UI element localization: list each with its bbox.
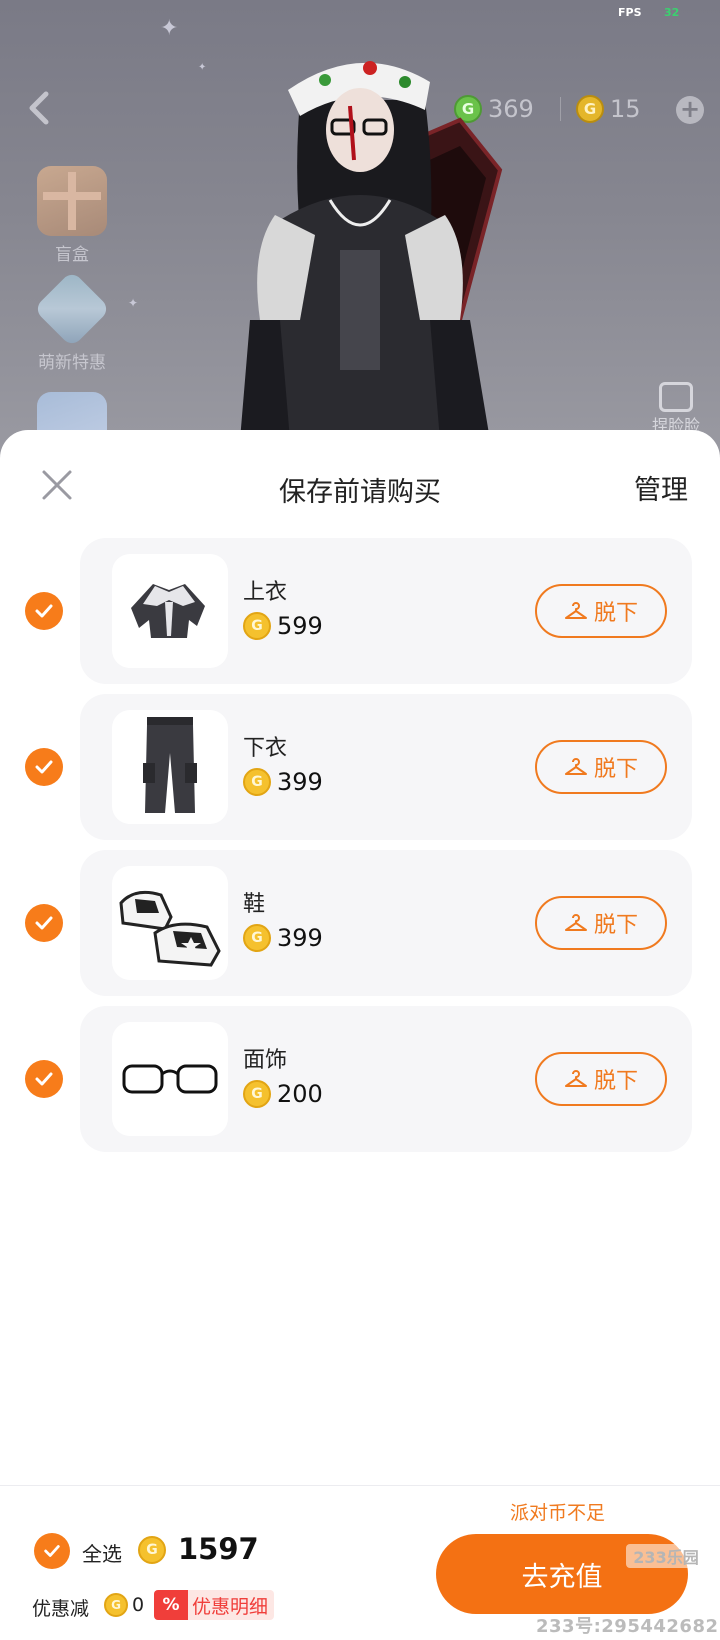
glasses-icon [122,1064,218,1094]
list-item: 面饰 G 200 脱下 [0,1006,720,1152]
side-item-newbie-deal[interactable]: 萌新特惠 [24,270,120,373]
take-off-button[interactable]: 脱下 [535,896,667,950]
take-off-button[interactable]: 脱下 [535,584,667,638]
manage-button[interactable]: 管理 [634,468,688,507]
item-thumbnail [112,1022,228,1136]
item-card[interactable]: 上衣 G 599 脱下 [80,538,692,684]
back-button[interactable] [22,86,58,130]
item-checkbox[interactable] [25,904,63,942]
chevron-left-icon [29,91,49,125]
item-price: G 599 [243,612,323,640]
fps-value: 32 [664,6,680,19]
percent-tag-icon: % [154,1590,188,1620]
checkmark-icon [35,916,53,930]
item-checkbox[interactable] [25,1060,63,1098]
take-off-label: 脱下 [593,1069,638,1094]
currency-c-balance[interactable]: G 15 [576,92,641,126]
item-thumbnail [112,866,228,980]
pants-icon [143,717,197,813]
sparkle-icon: ✦ [160,16,179,41]
g-coin-icon: G [104,1593,128,1617]
item-price: G 200 [243,1080,323,1108]
g-coin-icon: G [243,924,271,952]
game-scene: FPS 32 ✦ ✦ ✦ G 369 G 15 + 盲盒 萌新特惠 捏脸脸 [0,0,720,460]
hanger-icon [564,602,587,619]
side-item-label: 盲盒 [55,245,89,265]
plus-circle-icon: + [679,95,701,123]
gift-box-icon [37,166,107,236]
item-price-value: 399 [277,768,323,796]
g-coin-gold-icon: G [576,95,604,123]
discount-detail-button[interactable]: % 优惠明细 [154,1590,275,1620]
take-off-label: 脱下 [593,601,638,626]
pinch-face-button[interactable]: 捏脸脸 [640,382,712,436]
take-off-button[interactable]: 脱下 [535,740,667,794]
item-name: 上衣 [243,580,288,605]
checkmark-icon [35,760,53,774]
list-item: 上衣 G 599 脱下 [0,538,720,684]
select-all-checkbox[interactable] [34,1533,70,1569]
side-item-blind-box[interactable]: 盲盒 [24,166,120,265]
g-coin-icon: G [138,1536,166,1564]
discount-value: 0 [132,1594,145,1616]
item-name: 下衣 [243,736,288,761]
item-card[interactable]: 鞋 G 399 脱下 [80,850,692,996]
item-price-value: 399 [277,924,323,952]
g-coin-icon: G [243,768,271,796]
total-price: 1597 [178,1532,259,1566]
take-off-label: 脱下 [593,757,638,782]
item-name: 鞋 [243,892,266,917]
sneakers-icon [119,890,221,967]
watermark-id: 233号:295442682 [536,1616,719,1637]
sheet-title: 保存前请购买 [279,477,441,508]
purchase-sheet: 保存前请购买 管理 上衣 G 599 脱下 下衣 G 399 脱下 鞋 G 39… [0,430,720,1640]
hanger-icon [564,1070,587,1087]
g-coin-icon: G [243,612,271,640]
checkmark-icon [35,1072,53,1086]
discount-detail-label: 优惠明细 [192,1595,269,1618]
discount-label: 优惠减 [32,1598,90,1620]
hanger-icon [564,914,587,931]
g-coin-icon: G [243,1080,271,1108]
item-thumbnail [112,710,228,824]
item-card[interactable]: 面饰 G 200 脱下 [80,1006,692,1152]
add-currency-button[interactable]: + [676,96,704,124]
sheet-header: 保存前请购买 管理 [0,430,720,540]
item-price-value: 599 [277,612,323,640]
currency-c-value: 15 [610,95,641,123]
sparkle-icon: ✦ [198,62,207,73]
insufficient-notice: 派对币不足 [510,1502,606,1524]
item-price: G 399 [243,768,323,796]
sparkle-icon: ✦ [128,296,139,310]
list-item: 下衣 G 399 脱下 [0,694,720,840]
currency-divider [560,97,561,121]
hanger-icon [564,758,587,775]
checkmark-icon [44,1545,60,1557]
watermark-logo: 233乐园 [626,1544,706,1568]
side-item-label: 萌新特惠 [38,353,106,373]
checkmark-icon [35,604,53,618]
item-checkbox[interactable] [25,748,63,786]
item-thumbnail [112,554,228,668]
take-off-button[interactable]: 脱下 [535,1052,667,1106]
item-card[interactable]: 下衣 G 399 脱下 [80,694,692,840]
select-all-label[interactable]: 全选 [82,1538,122,1567]
item-name: 面饰 [243,1048,288,1073]
edit-face-icon [659,382,693,412]
list-item: 鞋 G 399 脱下 [0,850,720,996]
item-checkbox[interactable] [25,592,63,630]
avatar-character [240,61,503,440]
fps-label: FPS [618,6,642,19]
item-price-value: 200 [277,1080,323,1108]
newbie-deal-icon [33,270,111,348]
item-price: G 399 [243,924,323,952]
take-off-label: 脱下 [593,913,638,938]
jacket-icon [131,584,205,638]
